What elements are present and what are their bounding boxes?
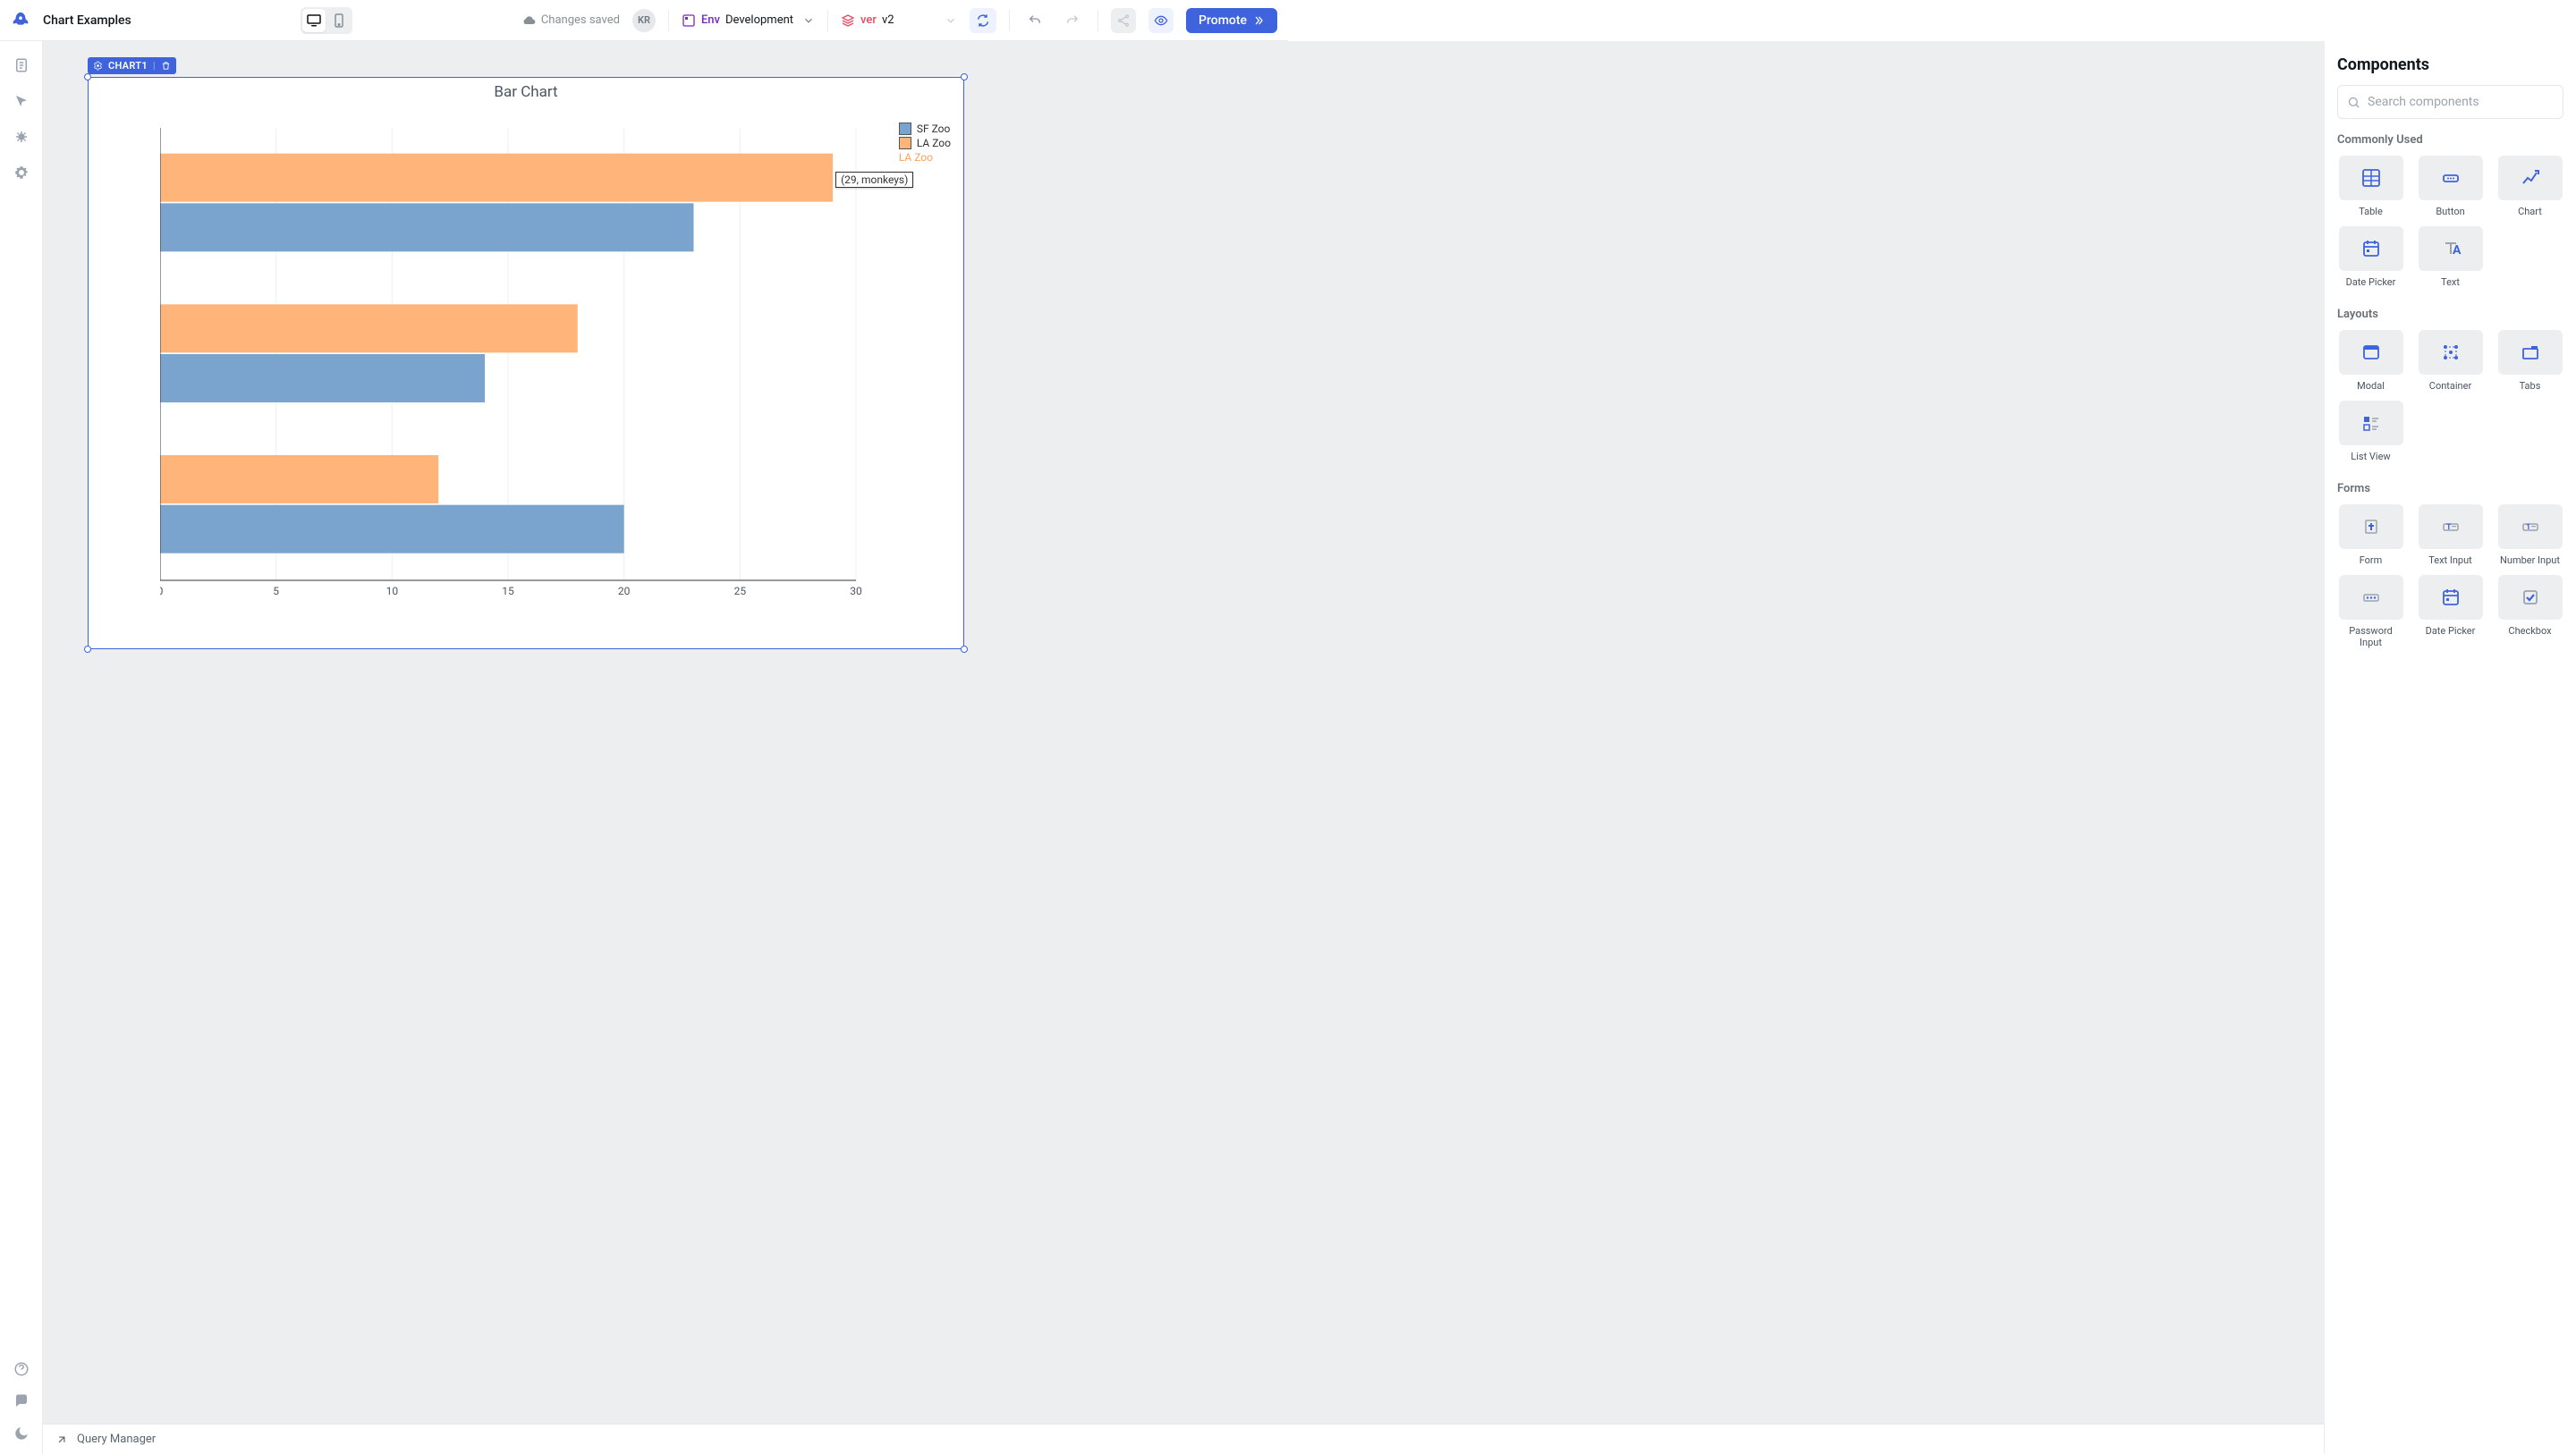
section-label: Layouts: [2337, 308, 2563, 321]
chevron-right-icon: [1252, 14, 1265, 27]
chart-legend[interactable]: SF Zoo LA Zoo LA Zoo: [899, 123, 951, 165]
components-panel: Components Search components Commonly Us…: [2324, 41, 2576, 1454]
redo-button[interactable]: [1060, 8, 1085, 33]
query-manager-bar[interactable]: Query Manager: [43, 1424, 2324, 1454]
top-bar: Chart Examples Changes saved KR Env Deve…: [0, 0, 1288, 41]
component-table[interactable]: Table: [2337, 156, 2404, 217]
component-form[interactable]: Form: [2337, 504, 2404, 566]
panel-title: Components: [2337, 55, 2563, 74]
section-label: Forms: [2337, 482, 2563, 495]
component-date-picker[interactable]: Date Picker: [2417, 575, 2484, 648]
preview-button[interactable]: [1148, 8, 1174, 33]
device-toggle: [301, 7, 352, 34]
share-button[interactable]: [1111, 8, 1136, 33]
component-list-view[interactable]: List View: [2337, 401, 2404, 462]
data-point-tooltip: (29, monkeys): [835, 172, 913, 188]
component-text[interactable]: AText: [2417, 226, 2484, 288]
svg-text:10: 10: [386, 585, 399, 597]
environment-selector[interactable]: Env Development: [682, 13, 815, 28]
chart-plot-area: 051015202530monkeysorangutansgiraffes: [160, 119, 865, 602]
component-password-input[interactable]: Password Input: [2337, 575, 2404, 648]
widget-name: CHART1: [108, 60, 148, 72]
component-chart[interactable]: Chart: [2496, 156, 2563, 217]
section-label: Commonly Used: [2337, 133, 2563, 147]
logo-rocket-icon[interactable]: [11, 11, 30, 30]
svg-text:25: 25: [734, 585, 747, 597]
sync-button[interactable]: [970, 8, 996, 33]
legend-hover-series: LA Zoo: [899, 151, 951, 164]
version-selector[interactable]: ver v2: [841, 13, 957, 28]
component-text-input[interactable]: TText Input: [2417, 504, 2484, 566]
canvas-area[interactable]: CHART1 | Bar Chart 051015202530monkeysor…: [43, 41, 2324, 1454]
help-icon[interactable]: [13, 1361, 30, 1377]
component-checkbox[interactable]: Checkbox: [2496, 575, 2563, 648]
resize-handle[interactable]: [961, 646, 968, 653]
app-title: Chart Examples: [43, 13, 131, 28]
resize-handle[interactable]: [84, 646, 91, 653]
desktop-view-button[interactable]: [302, 9, 326, 32]
pages-icon[interactable]: [13, 57, 30, 73]
gear-icon: [93, 61, 103, 71]
chart-title: Bar Chart: [89, 78, 963, 101]
svg-text:T: T: [2446, 523, 2452, 532]
svg-text:1: 1: [2526, 523, 2530, 532]
svg-text:30: 30: [850, 585, 862, 597]
chevron-down-icon: [802, 14, 815, 27]
search-icon: [2347, 96, 2360, 109]
debug-icon[interactable]: [13, 129, 30, 145]
promote-button[interactable]: Promote: [1186, 8, 1277, 33]
resize-handle[interactable]: [961, 73, 968, 80]
component-modal[interactable]: Modal: [2337, 330, 2404, 392]
user-avatar[interactable]: KR: [632, 9, 656, 32]
svg-text:0: 0: [160, 585, 164, 597]
chart-widget[interactable]: Bar Chart 051015202530monkeysorangutansg…: [88, 77, 964, 649]
svg-text:5: 5: [273, 585, 279, 597]
widget-selection-tag[interactable]: CHART1 |: [88, 57, 176, 74]
chevron-down-icon: [945, 14, 957, 27]
theme-icon[interactable]: [13, 1425, 30, 1441]
component-button[interactable]: Button: [2417, 156, 2484, 217]
search-components-input[interactable]: Search components: [2337, 85, 2563, 119]
expand-icon: [55, 1433, 68, 1446]
settings-icon[interactable]: [13, 165, 30, 181]
component-date-picker[interactable]: Date Picker: [2337, 226, 2404, 288]
save-status: Changes saved: [521, 13, 620, 28]
component-tabs[interactable]: Tabs: [2496, 330, 2563, 392]
mobile-view-button[interactable]: [327, 9, 351, 32]
inspector-icon[interactable]: [13, 93, 30, 109]
component-container[interactable]: Container: [2417, 330, 2484, 392]
svg-text:A: A: [2453, 243, 2462, 258]
trash-icon[interactable]: [161, 61, 171, 71]
comments-icon[interactable]: [13, 1393, 30, 1409]
svg-text:20: 20: [618, 585, 631, 597]
undo-button[interactable]: [1022, 8, 1047, 33]
component-number-input[interactable]: 1Number Input: [2496, 504, 2563, 566]
left-rail: [0, 41, 43, 1454]
svg-text:15: 15: [502, 585, 514, 597]
resize-handle[interactable]: [84, 73, 91, 80]
